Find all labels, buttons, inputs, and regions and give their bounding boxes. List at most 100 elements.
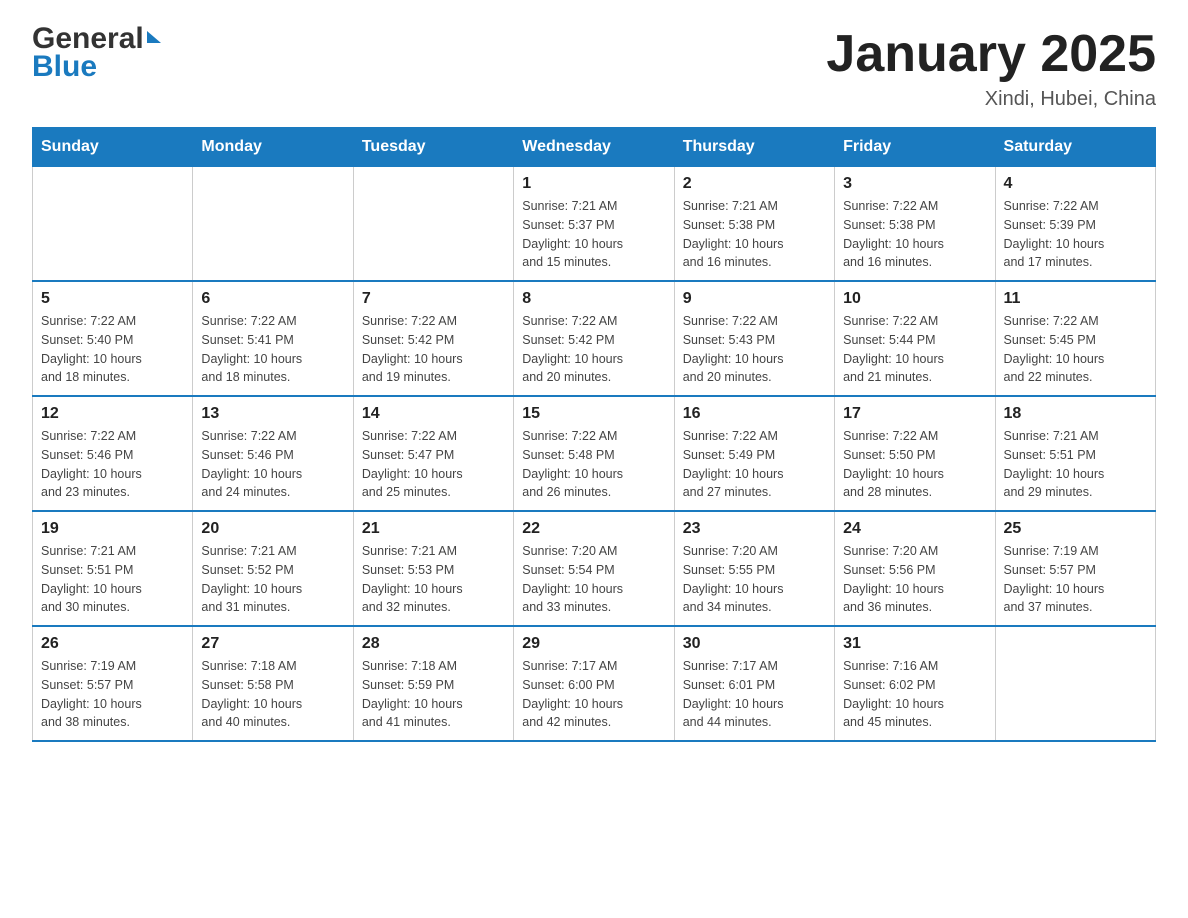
day-number: 1 [522,175,665,193]
calendar-cell: 2 Sunrise: 7:21 AMSunset: 5:38 PMDaylight… [674,167,834,282]
calendar-table: Sunday Monday Tuesday Wednesday Thursday… [32,127,1156,742]
day-number: 17 [843,405,986,423]
day-info: Sunrise: 7:20 AMSunset: 5:55 PMDaylight:… [683,542,826,617]
calendar-cell: 13 Sunrise: 7:22 AMSunset: 5:46 PMDayligh… [193,396,353,511]
day-number: 27 [201,635,344,653]
calendar-cell: 28Sunrise: 7:18 AMSunset: 5:59 PMDayligh… [353,626,513,741]
subtitle: Xindi, Hubei, China [826,88,1156,111]
calendar-week-row: 19 Sunrise: 7:21 AMSunset: 5:51 PMDayligh… [33,511,1156,626]
calendar-cell: 12 Sunrise: 7:22 AMSunset: 5:46 PMDayligh… [33,396,193,511]
day-info: Sunrise: 7:21 AMSunset: 5:53 PMDaylight:… [362,542,505,617]
day-info: Sunrise: 7:18 AMSunset: 5:58 PMDaylight:… [201,657,344,732]
calendar-cell [353,167,513,282]
days-of-week-row: Sunday Monday Tuesday Wednesday Thursday… [33,128,1156,167]
day-info: Sunrise: 7:22 AMSunset: 5:42 PMDaylight:… [362,312,505,387]
day-info: Sunrise: 7:20 AMSunset: 5:54 PMDaylight:… [522,542,665,617]
day-number: 24 [843,520,986,538]
day-info: Sunrise: 7:22 AMSunset: 5:39 PMDaylight:… [1004,197,1147,272]
calendar-cell: 27 Sunrise: 7:18 AMSunset: 5:58 PMDayligh… [193,626,353,741]
day-number: 16 [683,405,826,423]
day-number: 14 [362,405,505,423]
day-number: 18 [1004,405,1147,423]
logo-blue-text: Blue [32,52,97,82]
day-number: 13 [201,405,344,423]
header-wednesday: Wednesday [514,128,674,167]
header-thursday: Thursday [674,128,834,167]
calendar-week-row: 5Sunrise: 7:22 AMSunset: 5:40 PMDaylight… [33,281,1156,396]
calendar-cell: 18 Sunrise: 7:21 AMSunset: 5:51 PMDayligh… [995,396,1155,511]
day-number: 20 [201,520,344,538]
calendar-week-row: 1 Sunrise: 7:21 AMSunset: 5:37 PMDaylight… [33,167,1156,282]
day-info: Sunrise: 7:22 AMSunset: 5:50 PMDaylight:… [843,427,986,502]
page-header: General Blue January 2025 Xindi, Hubei, … [32,24,1156,111]
day-number: 31 [843,635,986,653]
header-saturday: Saturday [995,128,1155,167]
calendar-cell: 15 Sunrise: 7:22 AMSunset: 5:48 PMDayligh… [514,396,674,511]
calendar-cell [995,626,1155,741]
calendar-cell: 24Sunrise: 7:20 AMSunset: 5:56 PMDayligh… [835,511,995,626]
day-info: Sunrise: 7:22 AMSunset: 5:44 PMDaylight:… [843,312,986,387]
day-info: Sunrise: 7:22 AMSunset: 5:49 PMDaylight:… [683,427,826,502]
header-tuesday: Tuesday [353,128,513,167]
main-title: January 2025 [826,24,1156,84]
header-sunday: Sunday [33,128,193,167]
calendar-cell: 6 Sunrise: 7:22 AMSunset: 5:41 PMDaylight… [193,281,353,396]
calendar-cell: 4Sunrise: 7:22 AMSunset: 5:39 PMDaylight… [995,167,1155,282]
day-info: Sunrise: 7:22 AMSunset: 5:48 PMDaylight:… [522,427,665,502]
day-number: 5 [41,290,184,308]
calendar-cell: 7 Sunrise: 7:22 AMSunset: 5:42 PMDaylight… [353,281,513,396]
calendar-cell [33,167,193,282]
day-number: 12 [41,405,184,423]
day-info: Sunrise: 7:22 AMSunset: 5:45 PMDaylight:… [1004,312,1147,387]
day-info: Sunrise: 7:19 AMSunset: 5:57 PMDaylight:… [41,657,184,732]
calendar-header: Sunday Monday Tuesday Wednesday Thursday… [33,128,1156,167]
calendar-cell [193,167,353,282]
calendar-cell: 20 Sunrise: 7:21 AMSunset: 5:52 PMDayligh… [193,511,353,626]
calendar-cell: 9Sunrise: 7:22 AMSunset: 5:43 PMDaylight… [674,281,834,396]
day-info: Sunrise: 7:17 AMSunset: 6:01 PMDaylight:… [683,657,826,732]
day-number: 23 [683,520,826,538]
day-number: 8 [522,290,665,308]
day-info: Sunrise: 7:21 AMSunset: 5:51 PMDaylight:… [1004,427,1147,502]
day-number: 3 [843,175,986,193]
calendar-cell: 22 Sunrise: 7:20 AMSunset: 5:54 PMDayligh… [514,511,674,626]
day-info: Sunrise: 7:22 AMSunset: 5:42 PMDaylight:… [522,312,665,387]
day-info: Sunrise: 7:22 AMSunset: 5:46 PMDaylight:… [201,427,344,502]
day-number: 22 [522,520,665,538]
calendar-cell: 29Sunrise: 7:17 AMSunset: 6:00 PMDayligh… [514,626,674,741]
day-info: Sunrise: 7:21 AMSunset: 5:38 PMDaylight:… [683,197,826,272]
calendar-cell: 31 Sunrise: 7:16 AMSunset: 6:02 PMDayligh… [835,626,995,741]
day-info: Sunrise: 7:17 AMSunset: 6:00 PMDaylight:… [522,657,665,732]
day-info: Sunrise: 7:21 AMSunset: 5:37 PMDaylight:… [522,197,665,272]
day-info: Sunrise: 7:22 AMSunset: 5:46 PMDaylight:… [41,427,184,502]
calendar-cell: 26Sunrise: 7:19 AMSunset: 5:57 PMDayligh… [33,626,193,741]
day-info: Sunrise: 7:22 AMSunset: 5:47 PMDaylight:… [362,427,505,502]
day-info: Sunrise: 7:21 AMSunset: 5:52 PMDaylight:… [201,542,344,617]
calendar-week-row: 26Sunrise: 7:19 AMSunset: 5:57 PMDayligh… [33,626,1156,741]
day-info: Sunrise: 7:22 AMSunset: 5:43 PMDaylight:… [683,312,826,387]
day-info: Sunrise: 7:21 AMSunset: 5:51 PMDaylight:… [41,542,184,617]
day-number: 10 [843,290,986,308]
header-monday: Monday [193,128,353,167]
day-number: 21 [362,520,505,538]
day-number: 15 [522,405,665,423]
calendar-cell: 21 Sunrise: 7:21 AMSunset: 5:53 PMDayligh… [353,511,513,626]
header-friday: Friday [835,128,995,167]
day-number: 19 [41,520,184,538]
logo-arrow-icon [147,31,161,43]
calendar-cell: 23 Sunrise: 7:20 AMSunset: 5:55 PMDayligh… [674,511,834,626]
day-number: 28 [362,635,505,653]
calendar-body: 1 Sunrise: 7:21 AMSunset: 5:37 PMDaylight… [33,167,1156,742]
calendar-cell: 14 Sunrise: 7:22 AMSunset: 5:47 PMDayligh… [353,396,513,511]
calendar-cell: 1 Sunrise: 7:21 AMSunset: 5:37 PMDaylight… [514,167,674,282]
calendar-cell: 30Sunrise: 7:17 AMSunset: 6:01 PMDayligh… [674,626,834,741]
calendar-cell: 17 Sunrise: 7:22 AMSunset: 5:50 PMDayligh… [835,396,995,511]
day-number: 6 [201,290,344,308]
day-info: Sunrise: 7:16 AMSunset: 6:02 PMDaylight:… [843,657,986,732]
day-number: 7 [362,290,505,308]
day-info: Sunrise: 7:22 AMSunset: 5:41 PMDaylight:… [201,312,344,387]
day-number: 2 [683,175,826,193]
calendar-cell: 25Sunrise: 7:19 AMSunset: 5:57 PMDayligh… [995,511,1155,626]
calendar-cell: 5Sunrise: 7:22 AMSunset: 5:40 PMDaylight… [33,281,193,396]
calendar-week-row: 12 Sunrise: 7:22 AMSunset: 5:46 PMDayligh… [33,396,1156,511]
